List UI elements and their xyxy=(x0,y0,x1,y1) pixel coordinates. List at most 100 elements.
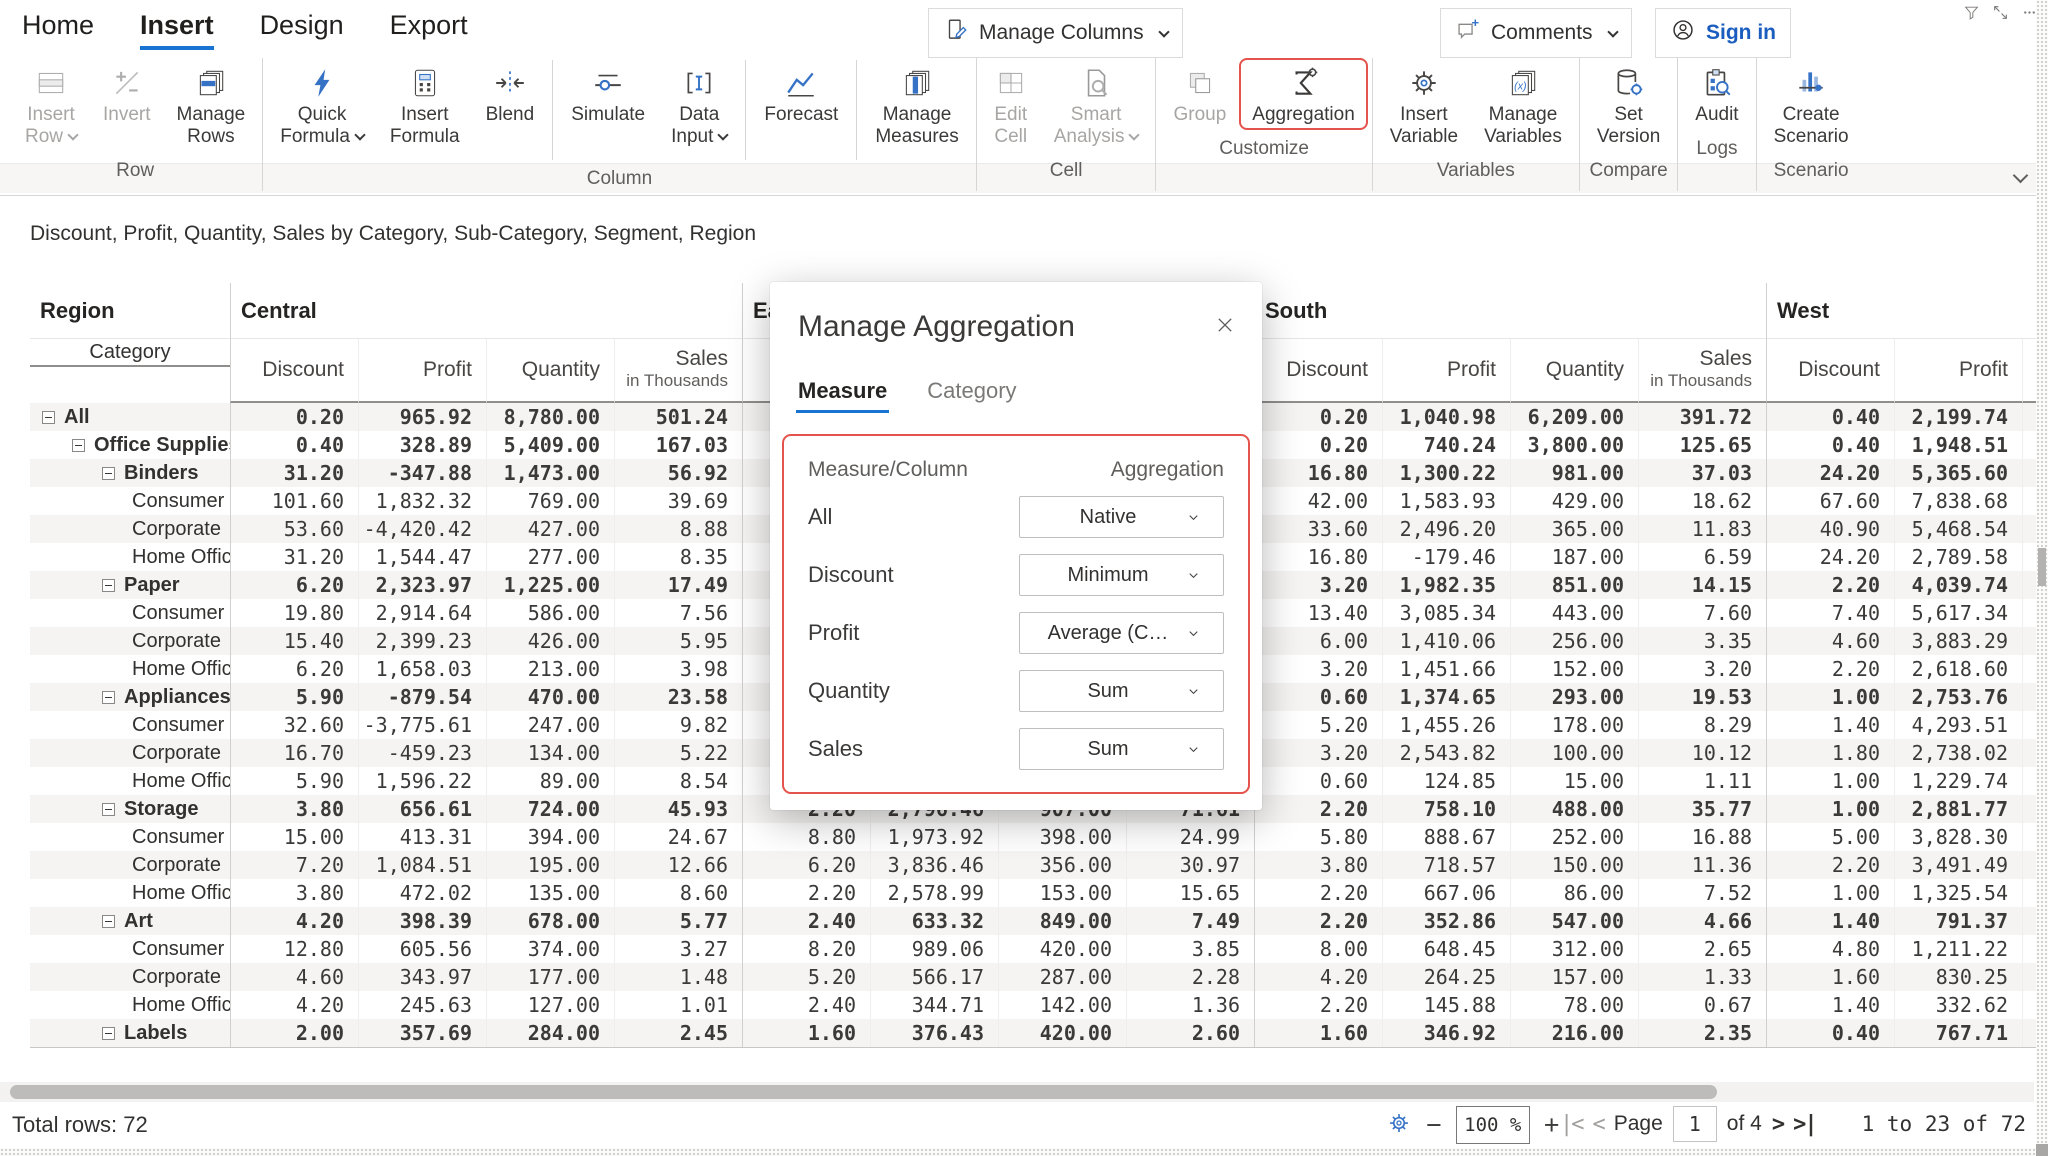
table-cell[interactable]: 1,040.98 xyxy=(1382,403,1510,431)
table-cell[interactable]: 5.77 xyxy=(614,907,742,935)
table-cell[interactable]: 1,325.54 xyxy=(1894,879,2022,907)
table-cell[interactable]: 32.60 xyxy=(230,711,358,739)
table-cell[interactable]: 767.71 xyxy=(1894,1019,2022,1047)
table-cell[interactable]: 15.00 xyxy=(1510,767,1638,795)
row-label-home-office[interactable]: Home Office xyxy=(30,543,230,571)
table-cell[interactable]: 0.40 xyxy=(230,431,358,459)
row-label-office-supplies[interactable]: Office Supplies xyxy=(30,431,230,459)
manage-columns-button[interactable]: Manage Columns xyxy=(928,8,1183,58)
table-cell[interactable]: 1,658.03 xyxy=(358,655,486,683)
row-label-consumer[interactable]: Consumer xyxy=(30,599,230,627)
table-cell[interactable]: 365.00 xyxy=(1510,515,1638,543)
collapse-icon[interactable] xyxy=(72,439,85,452)
table-cell[interactable]: 14.15 xyxy=(1638,571,1766,599)
zoom-out-button[interactable]: − xyxy=(1426,1106,1442,1144)
expand-icon[interactable] xyxy=(1992,4,2009,26)
row-label-consumer[interactable]: Consumer xyxy=(30,711,230,739)
table-cell[interactable]: 2,199.74 xyxy=(1894,403,2022,431)
table-cell[interactable]: 23.58 xyxy=(614,683,742,711)
table-cell[interactable]: 153.00 xyxy=(998,879,1126,907)
table-cell[interactable]: 6.20 xyxy=(230,655,358,683)
ribbon-tab-design[interactable]: Design xyxy=(260,10,344,50)
ribbon-collapse-button[interactable] xyxy=(2015,168,2026,186)
table-cell[interactable]: 8.88 xyxy=(614,515,742,543)
table-cell[interactable]: 4.60 xyxy=(230,963,358,991)
table-cell[interactable]: 1,451.66 xyxy=(1382,655,1510,683)
table-cell[interactable]: 8.54 xyxy=(614,767,742,795)
aggregation-dropdown-discount[interactable]: Minimum xyxy=(1019,554,1224,596)
table-cell[interactable]: 312.00 xyxy=(1510,935,1638,963)
row-label-art[interactable]: Art xyxy=(30,907,230,935)
table-cell[interactable]: 1,410.06 xyxy=(1382,627,1510,655)
table-cell[interactable]: 1.80 xyxy=(1766,739,1894,767)
table-cell[interactable]: 420.00 xyxy=(998,1019,1126,1047)
table-cell[interactable]: -4,420.42 xyxy=(358,515,486,543)
table-cell[interactable]: 134.00 xyxy=(486,739,614,767)
table-cell[interactable]: 8.80 xyxy=(742,823,870,851)
table-cell[interactable]: 5,365.60 xyxy=(1894,459,2022,487)
page-number-input[interactable]: 1 xyxy=(1673,1106,1717,1142)
table-cell[interactable]: 19.53 xyxy=(1638,683,1766,711)
table-cell[interactable]: 3.20 xyxy=(1254,571,1382,599)
table-cell[interactable]: 356.00 xyxy=(998,851,1126,879)
table-cell[interactable]: 284.00 xyxy=(486,1019,614,1047)
table-cell[interactable]: 0.40 xyxy=(1766,1019,1894,1047)
table-cell[interactable]: 851.00 xyxy=(1510,571,1638,599)
table-cell[interactable]: 0.20 xyxy=(230,403,358,431)
aggregation-dropdown-sales[interactable]: Sum xyxy=(1019,728,1224,770)
table-cell[interactable]: 1.48 xyxy=(614,963,742,991)
table-cell[interactable]: 5.95 xyxy=(614,627,742,655)
table-cell[interactable]: 152.00 xyxy=(1510,655,1638,683)
table-cell[interactable]: 3.20 xyxy=(1638,655,1766,683)
table-cell[interactable]: 6.59 xyxy=(1638,543,1766,571)
measure-header-sales[interactable]: Salesin Thousands xyxy=(614,339,742,403)
table-cell[interactable]: 7.40 xyxy=(1766,599,1894,627)
table-cell[interactable]: 5,468.54 xyxy=(1894,515,2022,543)
table-cell[interactable]: -179.46 xyxy=(1382,543,1510,571)
table-cell[interactable]: 4,039.74 xyxy=(1894,571,2022,599)
table-cell[interactable]: 12.66 xyxy=(614,851,742,879)
table-cell[interactable]: 6,209.00 xyxy=(1510,403,1638,431)
table-cell[interactable]: 605.56 xyxy=(358,935,486,963)
table-cell[interactable]: 1,948.51 xyxy=(1894,431,2022,459)
table-cell[interactable]: 24.20 xyxy=(1766,459,1894,487)
table-cell[interactable]: 3.27 xyxy=(614,935,742,963)
table-cell[interactable]: 5.20 xyxy=(1254,711,1382,739)
measure-header-quantity[interactable]: Quantity xyxy=(1510,339,1638,403)
simulate-button[interactable]: Simulate xyxy=(558,58,658,130)
table-cell[interactable]: 1,455.26 xyxy=(1382,711,1510,739)
table-cell[interactable]: 2.20 xyxy=(1766,851,1894,879)
collapse-icon[interactable] xyxy=(102,1027,115,1040)
table-cell[interactable]: 11.83 xyxy=(1638,515,1766,543)
table-cell[interactable]: 1,973.92 xyxy=(870,823,998,851)
table-cell[interactable]: 2.40 xyxy=(742,991,870,1019)
table-cell[interactable]: 501.24 xyxy=(614,403,742,431)
table-cell[interactable]: 830.25 xyxy=(1894,963,2022,991)
table-cell[interactable]: 8.00 xyxy=(1254,935,1382,963)
table-cell[interactable]: 3.80 xyxy=(230,879,358,907)
table-cell[interactable]: 245.63 xyxy=(358,991,486,1019)
table-cell[interactable]: 2.20 xyxy=(1254,795,1382,823)
vertical-scrollbar[interactable] xyxy=(2036,0,2048,1156)
table-cell[interactable]: 2,753.76 xyxy=(1894,683,2022,711)
insert-row-button[interactable]: InsertRow xyxy=(12,58,90,152)
horizontal-scrollbar[interactable] xyxy=(0,1082,2034,1102)
table-cell[interactable]: 888.67 xyxy=(1382,823,1510,851)
table-cell[interactable]: 413.31 xyxy=(358,823,486,851)
table-cell[interactable]: 2.28 xyxy=(1126,963,1254,991)
ribbon-tab-export[interactable]: Export xyxy=(390,10,468,50)
row-label-all[interactable]: All xyxy=(30,403,230,431)
table-cell[interactable]: 127.00 xyxy=(486,991,614,1019)
table-cell[interactable]: 17.49 xyxy=(614,571,742,599)
table-cell[interactable]: 328.89 xyxy=(358,431,486,459)
table-cell[interactable]: 56.92 xyxy=(614,459,742,487)
invert-button[interactable]: Invert xyxy=(90,58,164,130)
collapse-icon[interactable] xyxy=(102,579,115,592)
table-cell[interactable]: 2,399.23 xyxy=(358,627,486,655)
table-cell[interactable]: 89.00 xyxy=(486,767,614,795)
table-cell[interactable]: 443.00 xyxy=(1510,599,1638,627)
row-label-home-office[interactable]: Home Office xyxy=(30,767,230,795)
table-cell[interactable]: 981.00 xyxy=(1510,459,1638,487)
table-cell[interactable]: 1.60 xyxy=(1254,1019,1382,1047)
measure-header-profit[interactable]: Profit xyxy=(1894,339,2022,403)
